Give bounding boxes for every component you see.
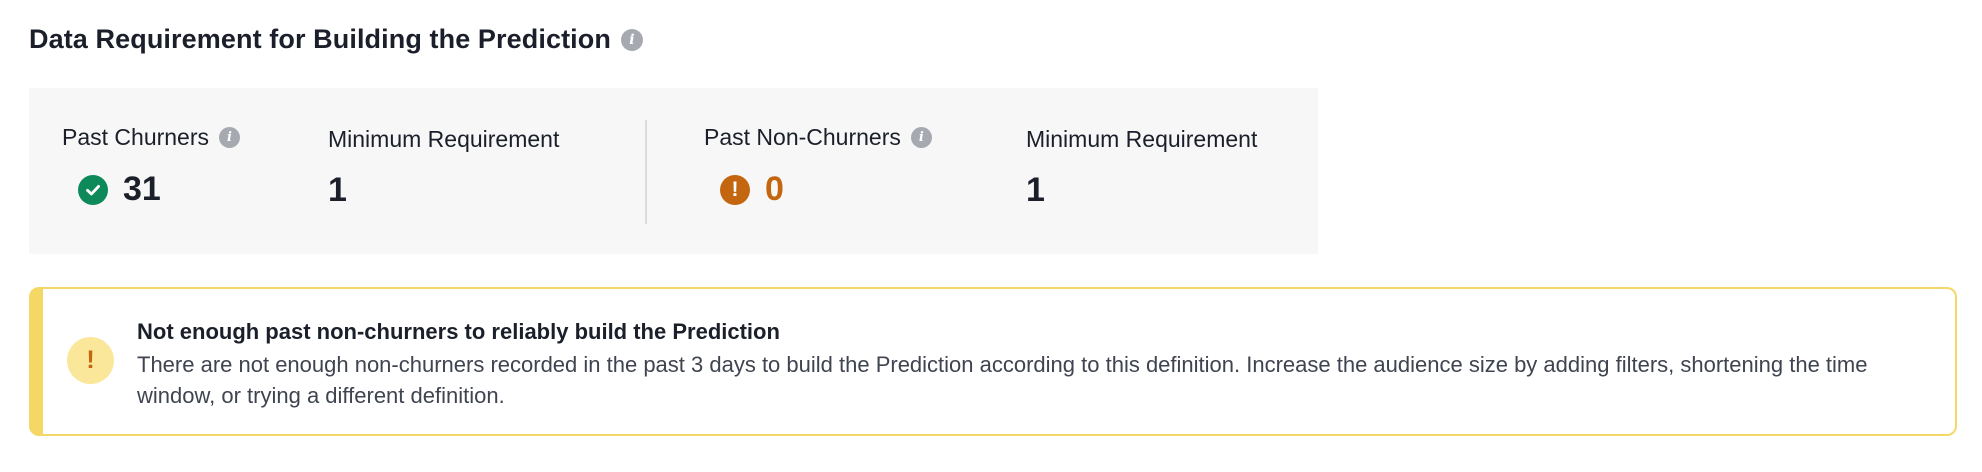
data-requirement-panel: Past Churners i 31 Minimum Requirement 1… [29,88,1318,254]
section-header: Data Requirement for Building the Predic… [29,24,643,55]
info-icon[interactable]: i [910,127,932,148]
info-icon[interactable]: i [219,127,241,148]
past-non-churners-value-row: ! 0 [720,170,784,209]
past-churners-value: 31 [123,170,161,208]
alert-message: There are not enough non-churners record… [137,352,1868,408]
non-churners-minimum-value: 1 [1026,171,1045,209]
warning-alert: ! Not enough past non-churners to reliab… [29,287,1957,436]
check-circle-icon [78,174,108,205]
past-non-churners-label: Past Non-Churners [704,124,901,150]
past-churners-label-row: Past Churners i [62,124,241,151]
alert-title: Not enough past non-churners to reliably… [137,319,780,344]
exclamation-icon: ! [67,337,114,384]
panel-divider [645,120,647,224]
past-churners-value-row: 31 [78,170,161,209]
churners-minimum-value: 1 [328,171,347,209]
churners-minimum-label: Minimum Requirement [328,126,560,152]
exclamation-circle-icon: ! [720,174,750,205]
past-churners-label: Past Churners [62,124,210,150]
info-icon[interactable]: i [620,28,643,51]
section-title: Data Requirement for Building the Predic… [29,24,611,54]
past-non-churners-value: 0 [765,170,784,208]
non-churners-minimum-label: Minimum Requirement [1026,126,1258,152]
past-non-churners-label-row: Past Non-Churners i [704,124,932,151]
